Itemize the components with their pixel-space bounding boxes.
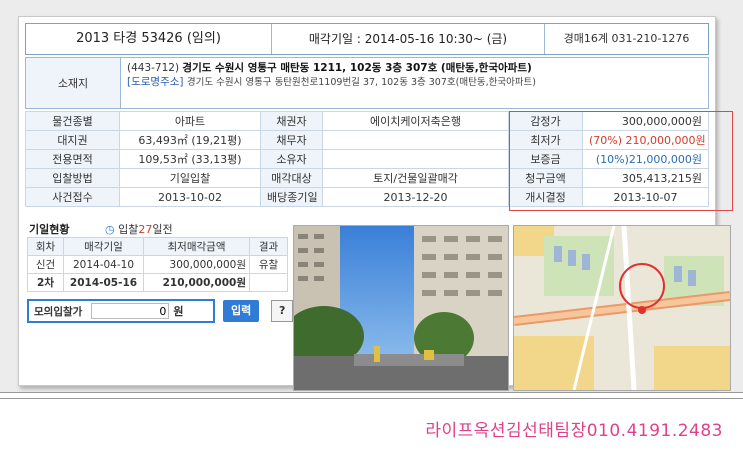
minimum-price: (70%) 210,000,000원 xyxy=(582,130,709,150)
column-header: 최저매각금액 xyxy=(143,237,250,256)
case-header-bar: 2013 타경 53426 (임의) 매각기일 : 2014-05-16 10:… xyxy=(25,23,709,55)
days-count: 27 xyxy=(138,223,153,236)
mock-bid-box: 모의입찰가 원 xyxy=(27,299,215,323)
info-key: 개시결정 xyxy=(508,187,583,207)
days-until-bid: ◷ 입찰27일전 xyxy=(105,221,173,237)
info-value xyxy=(322,130,509,150)
footer-bar: 라이프옥션김선태팀장010.4191.2483 xyxy=(0,392,743,462)
info-value: 토지/건물일괄매각 xyxy=(322,168,509,188)
table-row: 전용면적 109,53㎡ (33,13평) 소유자 보증금 (10%)21,00… xyxy=(25,149,709,169)
property-photo[interactable] xyxy=(293,225,509,391)
min-price-cell: 210,000,000원 xyxy=(143,273,250,292)
sale-history-table: 회차 매각기일 최저매각금액 결과 신건 2014-04-10 300,000,… xyxy=(27,237,288,292)
column-header: 회차 xyxy=(27,237,64,256)
appraisal-price: 300,000,000원 xyxy=(582,111,709,131)
road-address: 경기도 수원시 영통구 동탄원천로1109번길 37, 102동 3층 307호… xyxy=(186,77,536,88)
history-title: 기일현황 xyxy=(29,223,70,236)
map-image xyxy=(514,226,730,390)
auction-detail-card: 2013 타경 53426 (임의) 매각기일 : 2014-05-16 10:… xyxy=(18,16,733,391)
sale-date-cell: 2014-05-16 xyxy=(63,273,144,292)
table-row: 사건접수 2013-10-02 배당종기일 2013-12-20 개시결정 20… xyxy=(25,187,709,207)
info-key: 청구금액 xyxy=(508,168,583,188)
info-key: 입찰방법 xyxy=(25,168,120,188)
help-button[interactable]: ? xyxy=(271,300,294,322)
column-header: 결과 xyxy=(249,237,288,256)
result-cell: 유찰 xyxy=(249,255,288,274)
info-key: 소유자 xyxy=(260,149,323,169)
table-row: 대지권 63,493㎡ (19,21평) 채무자 최저가 (70%) 210,0… xyxy=(25,130,709,150)
result-cell xyxy=(249,273,288,292)
info-key: 채권자 xyxy=(260,111,323,131)
days-prefix: 입찰 xyxy=(118,223,139,236)
deposit: (10%)21,000,000원 xyxy=(582,149,709,169)
property-info-table: 물건종별 아파트 채권자 에이치케이저축은행 감정가 300,000,000원 … xyxy=(25,111,709,207)
info-key: 전용면적 xyxy=(25,149,120,169)
round: 신건 xyxy=(27,255,64,274)
info-value: 2013-12-20 xyxy=(322,187,509,207)
agent-contact: 라이프옥션김선태팀장010.4191.2483 xyxy=(425,421,723,441)
table-header-row: 회차 매각기일 최저매각금액 결과 xyxy=(27,237,288,256)
info-key: 채무자 xyxy=(260,130,323,150)
table-row: 신건 2014-04-10 300,000,000원 유찰 xyxy=(27,255,288,274)
location-map[interactable] xyxy=(513,225,731,391)
info-key: 최저가 xyxy=(508,130,583,150)
info-value: 아파트 xyxy=(119,111,261,131)
table-row: 물건종별 아파트 채권자 에이치케이저축은행 감정가 300,000,000원 xyxy=(25,111,709,131)
info-value: 에이치케이저축은행 xyxy=(322,111,509,131)
address-block: 소재지 (443-712) 경기도 수원시 영통구 매탄동 1211, 102동… xyxy=(25,57,709,109)
case-number: 2013 타경 53426 (임의) xyxy=(26,24,272,54)
info-key: 대지권 xyxy=(25,130,120,150)
zip-code: (443-712) xyxy=(127,62,180,74)
info-value: 63,493㎡ (19,21평) xyxy=(119,130,261,150)
divider xyxy=(0,392,743,393)
divider xyxy=(0,398,743,399)
table-row: 입찰방법 기일입찰 매각대상 토지/건물일괄매각 청구금액 305,413,21… xyxy=(25,168,709,188)
clock-icon: ◷ xyxy=(105,223,115,236)
info-key: 배당종기일 xyxy=(260,187,323,207)
mock-bid-unit: 원 xyxy=(173,305,184,318)
mock-bid-label: 모의입찰가 xyxy=(34,305,83,318)
info-value: 109,53㎡ (33,13평) xyxy=(119,149,261,169)
claim-amount: 305,413,215원 xyxy=(582,168,709,188)
info-value: 기일입찰 xyxy=(119,168,261,188)
info-key: 물건종별 xyxy=(25,111,120,131)
table-row: 2차 2014-05-16 210,000,000원 xyxy=(27,273,288,292)
info-value xyxy=(322,149,509,169)
column-header: 매각기일 xyxy=(63,237,144,256)
round: 2차 xyxy=(27,273,64,292)
info-key: 보증금 xyxy=(508,149,583,169)
sale-date: 매각기일 : 2014-05-16 10:30~ (금) xyxy=(272,24,545,54)
court-dept-contact: 경매16계 031-210-1276 xyxy=(563,32,690,45)
address-label: 소재지 xyxy=(26,58,121,108)
sale-date-cell: 2014-04-10 xyxy=(63,255,144,274)
mock-bid-submit-button[interactable]: 입력 xyxy=(223,300,260,322)
road-address-tag[interactable]: [도로명주소] xyxy=(127,76,184,88)
mock-bid-input[interactable] xyxy=(91,303,170,319)
info-key: 감정가 xyxy=(508,111,583,131)
info-key: 매각대상 xyxy=(260,168,323,188)
min-price-cell: 300,000,000원 xyxy=(143,255,250,274)
info-value: 2013-10-02 xyxy=(119,187,261,207)
days-suffix: 일전 xyxy=(152,223,173,236)
apartment-photo-image xyxy=(294,226,508,390)
info-key: 사건접수 xyxy=(25,187,120,207)
commencement-date: 2013-10-07 xyxy=(582,187,709,207)
mock-bid-calculator: 모의입찰가 원 입력 ? xyxy=(27,299,294,323)
lot-address: 경기도 수원시 영통구 매탄동 1211, 102동 3층 307호 (매탄동,… xyxy=(182,62,532,74)
